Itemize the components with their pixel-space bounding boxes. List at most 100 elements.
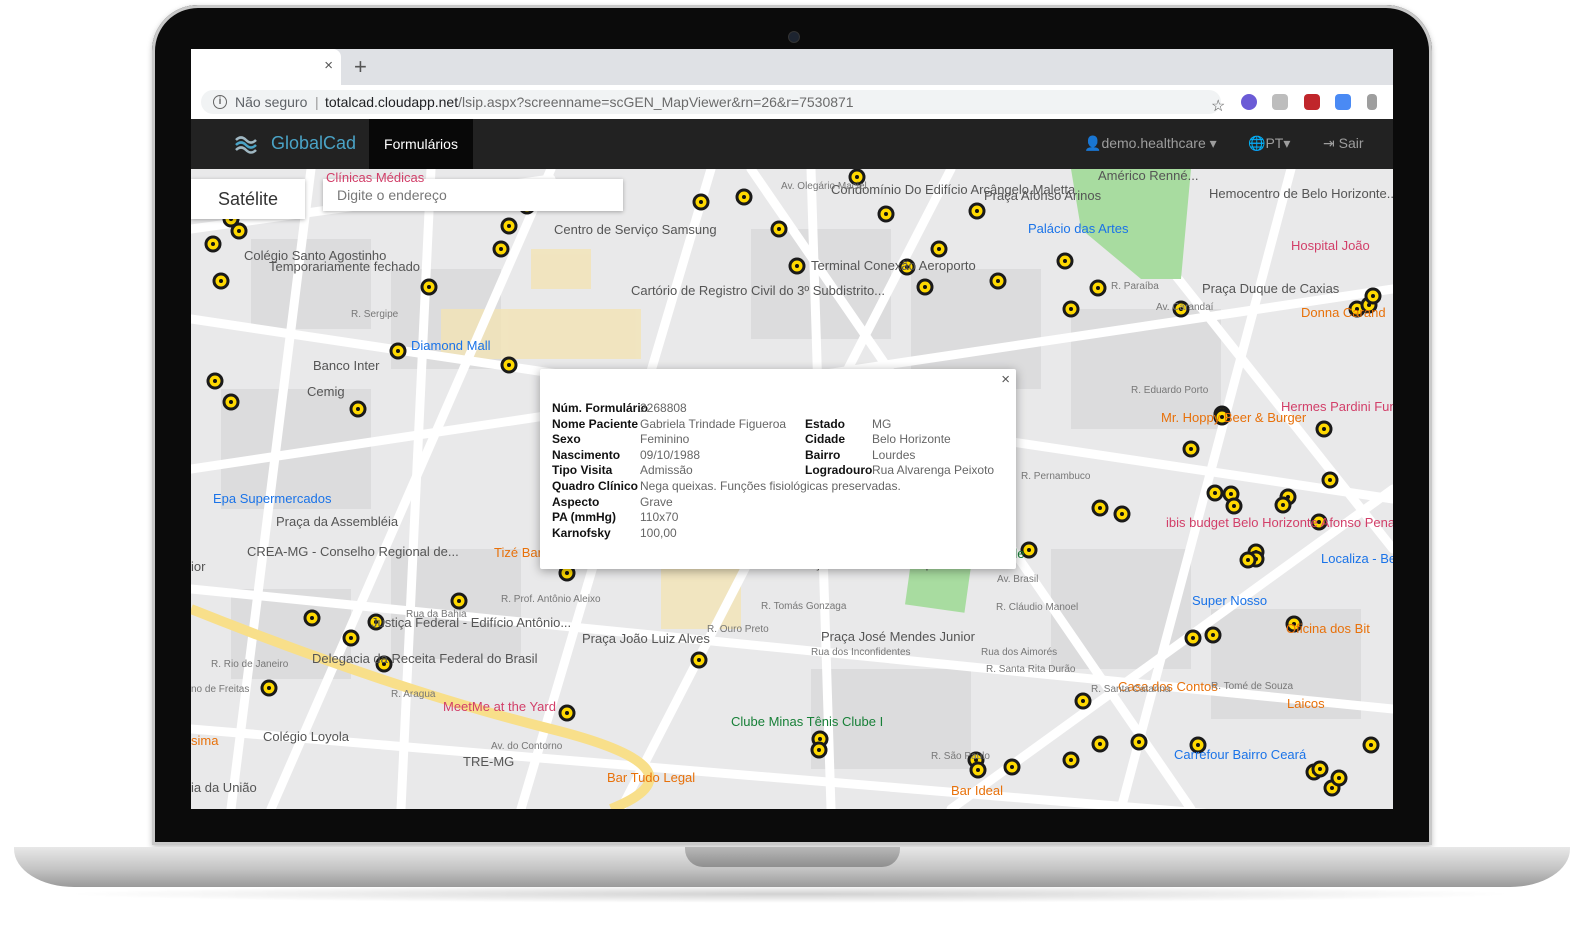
map-place-label[interactable]: Bar Tudo Legal [607, 771, 695, 785]
form-marker-icon[interactable] [212, 272, 230, 290]
form-marker-icon[interactable] [1321, 471, 1339, 489]
map-place-label[interactable]: Super Nosso [1192, 594, 1267, 608]
map-place-label[interactable]: Praça João Luiz Alves [582, 632, 710, 646]
nav-formularios[interactable]: Formulários [369, 119, 473, 169]
browser-tab[interactable]: × [191, 49, 341, 85]
language-menu[interactable]: 🌐PT▾ [1248, 135, 1290, 152]
form-marker-icon[interactable] [1056, 252, 1074, 270]
close-popup-icon[interactable]: × [1001, 371, 1010, 388]
form-marker-icon[interactable] [916, 278, 934, 296]
form-marker-icon[interactable] [349, 400, 367, 418]
form-marker-icon[interactable] [989, 272, 1007, 290]
form-marker-icon[interactable] [1113, 505, 1131, 523]
form-marker-icon[interactable] [450, 592, 468, 610]
map-type-satellite-button[interactable]: Satélite [191, 179, 305, 219]
map-place-label[interactable]: Palácio das Artes [1028, 222, 1128, 236]
form-marker-icon[interactable] [500, 217, 518, 235]
form-marker-icon[interactable] [1206, 484, 1224, 502]
map-place-label[interactable]: Temporariamente fechado [269, 260, 420, 274]
map-place-label[interactable]: sima [191, 734, 218, 748]
brand-logo-icon[interactable] [235, 134, 257, 154]
form-marker-icon[interactable] [1204, 626, 1222, 644]
map-place-label[interactable]: CREA-MG - Conselho Regional de... [247, 545, 459, 559]
map-place-label[interactable]: Praça Duque de Caxias [1202, 282, 1339, 296]
map-place-label[interactable]: Cemig [307, 385, 345, 399]
extension-icon[interactable] [1367, 94, 1377, 110]
form-marker-icon[interactable] [1362, 736, 1380, 754]
form-marker-icon[interactable] [389, 342, 407, 360]
map-place-label[interactable]: Américo Renné... [1098, 169, 1198, 183]
form-marker-icon[interactable] [1311, 760, 1329, 778]
form-marker-icon[interactable] [1315, 420, 1333, 438]
map-place-label[interactable]: Bar Ideal [951, 784, 1003, 798]
map-place-label[interactable]: Terminal Conexão Aeroporto [811, 259, 976, 273]
pdf-extension-icon[interactable] [1304, 94, 1320, 110]
form-marker-icon[interactable] [810, 741, 828, 759]
map-place-label[interactable]: Colégio Loyola [263, 730, 349, 744]
form-marker-icon[interactable] [1274, 496, 1292, 514]
extension-icon[interactable] [1241, 94, 1257, 110]
map-place-label[interactable]: Hermes Pardini Funcionários Image [1281, 400, 1393, 414]
map-place-label[interactable]: Oficina dos Bit [1286, 622, 1370, 636]
new-tab-button[interactable]: + [354, 54, 367, 80]
form-marker-icon[interactable] [1182, 440, 1200, 458]
close-tab-icon[interactable]: × [324, 57, 333, 74]
map-viewer[interactable]: Satélite Digite o endereço Colégio Santo… [191, 169, 1393, 809]
omnibox[interactable]: i Não seguro | totalcad.cloudapp.net/lsi… [201, 90, 1225, 115]
extension-icon[interactable] [1272, 94, 1288, 110]
map-place-label[interactable]: Centro de Serviço Samsung [554, 223, 717, 237]
map-place-label[interactable]: ia da União [191, 781, 257, 795]
form-marker-icon[interactable] [930, 240, 948, 258]
map-place-label[interactable]: Hospital João [1291, 239, 1370, 253]
form-marker-icon[interactable] [1091, 499, 1109, 517]
map-place-label[interactable]: Epa Supermercados [213, 492, 332, 506]
brand-name[interactable]: GlobalCad [271, 133, 356, 154]
form-marker-icon[interactable] [558, 704, 576, 722]
form-marker-icon[interactable] [500, 356, 518, 374]
form-marker-icon[interactable] [1364, 287, 1382, 305]
bookmark-star-icon[interactable]: ☆ [1211, 96, 1225, 116]
form-marker-icon[interactable] [1062, 300, 1080, 318]
form-marker-icon[interactable] [770, 220, 788, 238]
form-marker-icon[interactable] [1184, 629, 1202, 647]
map-place-label[interactable]: MeetMe at the Yard [443, 700, 556, 714]
map-place-label[interactable]: ior [191, 560, 205, 574]
form-marker-icon[interactable] [204, 235, 222, 253]
map-place-label[interactable]: Justiça Federal - Edifício Antônio... [371, 616, 571, 630]
form-marker-icon[interactable] [1074, 692, 1092, 710]
map-place-label[interactable]: ibis budget Belo Horizonte Afonso Pena [1166, 516, 1393, 530]
form-marker-icon[interactable] [1330, 769, 1348, 787]
form-marker-icon[interactable] [1225, 497, 1243, 515]
info-icon[interactable]: i [213, 95, 227, 109]
map-place-label[interactable]: Donna Carand [1301, 306, 1386, 320]
translate-extension-icon[interactable] [1335, 94, 1351, 110]
map-place-label[interactable]: Delegacia da Receita Federal do Brasil [312, 652, 537, 666]
form-marker-icon[interactable] [1062, 751, 1080, 769]
map-place-label[interactable]: Banco Inter [313, 359, 380, 373]
map-place-label[interactable]: Praça José Mendes Junior [821, 630, 975, 644]
user-menu[interactable]: 👤demo.healthcare ▾ [1084, 135, 1217, 152]
form-marker-icon[interactable] [1091, 735, 1109, 753]
form-marker-icon[interactable] [206, 372, 224, 390]
form-marker-icon[interactable] [1239, 551, 1257, 569]
map-place-label[interactable]: Clínicas Médicas [326, 171, 424, 185]
form-marker-icon[interactable] [1130, 733, 1148, 751]
form-marker-icon[interactable] [492, 240, 510, 258]
form-marker-icon[interactable] [342, 629, 360, 647]
form-marker-icon[interactable] [692, 193, 710, 211]
form-marker-icon[interactable] [968, 202, 986, 220]
map-place-label[interactable]: Clube Minas Tênis Clube I [731, 715, 883, 729]
form-marker-icon[interactable] [1089, 279, 1107, 297]
url-text[interactable]: totalcad.cloudapp.net/lsip.aspx?screenna… [325, 94, 854, 110]
form-marker-icon[interactable] [420, 278, 438, 296]
map-place-label[interactable]: Praça da Assembléia [276, 515, 398, 529]
logout-link[interactable]: ⇥ Sair [1323, 135, 1364, 152]
map-place-label[interactable]: Localiza - Belo [1321, 552, 1393, 566]
form-marker-icon[interactable] [690, 651, 708, 669]
form-marker-icon[interactable] [969, 761, 987, 779]
map-place-label[interactable]: Carrefour Bairro Ceará [1174, 748, 1306, 762]
form-marker-icon[interactable] [303, 609, 321, 627]
form-marker-icon[interactable] [222, 393, 240, 411]
map-place-label[interactable]: Laicos [1287, 697, 1325, 711]
form-marker-icon[interactable] [788, 257, 806, 275]
